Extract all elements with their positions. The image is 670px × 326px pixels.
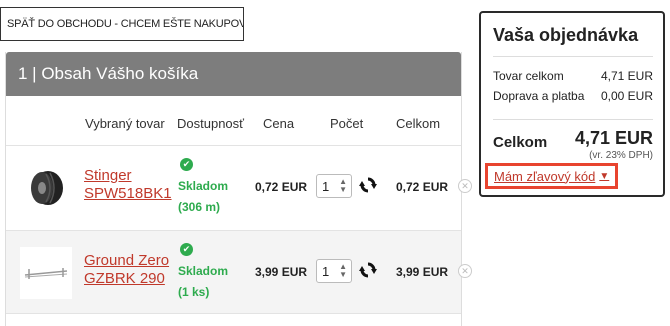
availability-status: Skladom — [178, 264, 229, 278]
order-summary-panel: Vaša objednávka Tovar celkom 4,71 EUR Do… — [479, 11, 665, 197]
unit-price: 3,99 EUR — [255, 265, 308, 279]
grand-total-label: Celkom — [493, 134, 548, 151]
product-name-link[interactable]: Stinger SPW518BK1 — [84, 167, 172, 203]
goods-total-label: Tovar celkom — [493, 69, 564, 83]
product-name-line2: SPW518BK1 — [84, 185, 172, 202]
grand-total: Celkom 4,71 EUR (vr. 23% DPH) — [493, 128, 653, 164]
availability-status: Skladom — [178, 179, 229, 193]
divider — [493, 56, 653, 57]
refresh-icon[interactable] — [359, 261, 377, 279]
discount-code-label: Mám zľavový kód — [494, 168, 596, 184]
cart-header: 1 | Obsah Vášho košíka — [6, 52, 461, 96]
quantity-value: 1 — [322, 178, 330, 194]
product-name-line2: GZBRK 290 — [84, 270, 165, 287]
discount-code-toggle[interactable]: Mám zľavový kód ▼ — [485, 163, 619, 189]
divider — [493, 119, 653, 120]
product-name-line1: Stinger — [84, 167, 132, 184]
speaker-wire-spool-icon — [31, 171, 63, 205]
col-header-quantity: Počet — [330, 116, 364, 131]
check-circle-icon: ✔ — [180, 158, 193, 171]
col-header-availability: Dostupnosť — [177, 116, 245, 131]
line-total: 3,99 EUR — [396, 265, 449, 279]
availability-cell: ✔ Skladom (1 ks) — [178, 243, 238, 303]
remove-item-icon[interactable]: ✕ — [458, 264, 472, 278]
goods-total-line: Tovar celkom 4,71 EUR — [493, 66, 653, 86]
cart-column-headers: Vybraný tovar Dostupnosť Cena Počet Celk… — [6, 116, 461, 136]
cart-panel: 1 | Obsah Vášho košíka Vybraný tovar Dos… — [5, 52, 472, 326]
col-header-total: Celkom — [396, 116, 441, 131]
cart-item-row: Stinger SPW518BK1 ✔ Skladom (306 m) 0,72… — [6, 145, 472, 229]
product-thumbnail[interactable] — [20, 247, 72, 299]
check-circle-icon: ✔ — [180, 243, 193, 256]
refresh-icon[interactable] — [359, 176, 377, 194]
stock-amount: (1 ks) — [178, 285, 210, 299]
order-summary-title: Vaša objednávka — [493, 25, 639, 45]
line-total: 0,72 EUR — [396, 180, 449, 194]
availability-cell: ✔ Skladom (306 m) — [178, 158, 238, 218]
shipping-line: Doprava a platba 0,00 EUR — [493, 86, 653, 106]
col-header-product: Vybraný tovar — [85, 116, 165, 131]
col-header-price: Cena — [263, 116, 295, 131]
vat-note: (vr. 23% DPH) — [589, 150, 653, 161]
product-name-line1: Ground Zero — [84, 252, 170, 269]
quantity-value: 1 — [322, 263, 330, 279]
shipping-value: 0,00 EUR — [600, 89, 653, 103]
remove-item-icon[interactable]: ✕ — [458, 179, 472, 193]
stepper-arrows-icon[interactable]: ▲ ▼ — [339, 263, 347, 279]
goods-total-value: 4,71 EUR — [600, 69, 653, 83]
stepper-arrows-icon[interactable]: ▲ ▼ — [339, 178, 347, 194]
back-to-shop-button[interactable]: SPÄŤ DO OBCHODU - CHCEM EŠTE NAKUPOVAŤ — [0, 7, 244, 41]
quantity-stepper[interactable]: 1 ▲ ▼ — [316, 174, 352, 198]
unit-price: 0,72 EUR — [255, 180, 308, 194]
shipping-label: Doprava a platba — [493, 89, 585, 103]
chevron-down-icon: ▼ — [599, 170, 610, 182]
product-name-link[interactable]: Ground Zero GZBRK 290 — [84, 252, 169, 288]
grand-total-value: 4,71 EUR — [574, 128, 653, 148]
quantity-stepper[interactable]: 1 ▲ ▼ — [316, 259, 352, 283]
product-thumbnail[interactable] — [20, 162, 72, 214]
mounting-bracket-icon — [24, 268, 68, 279]
cart-item-row: Ground Zero GZBRK 290 ✔ Skladom (1 ks) 3… — [6, 230, 472, 314]
stock-amount: (306 m) — [178, 200, 221, 214]
